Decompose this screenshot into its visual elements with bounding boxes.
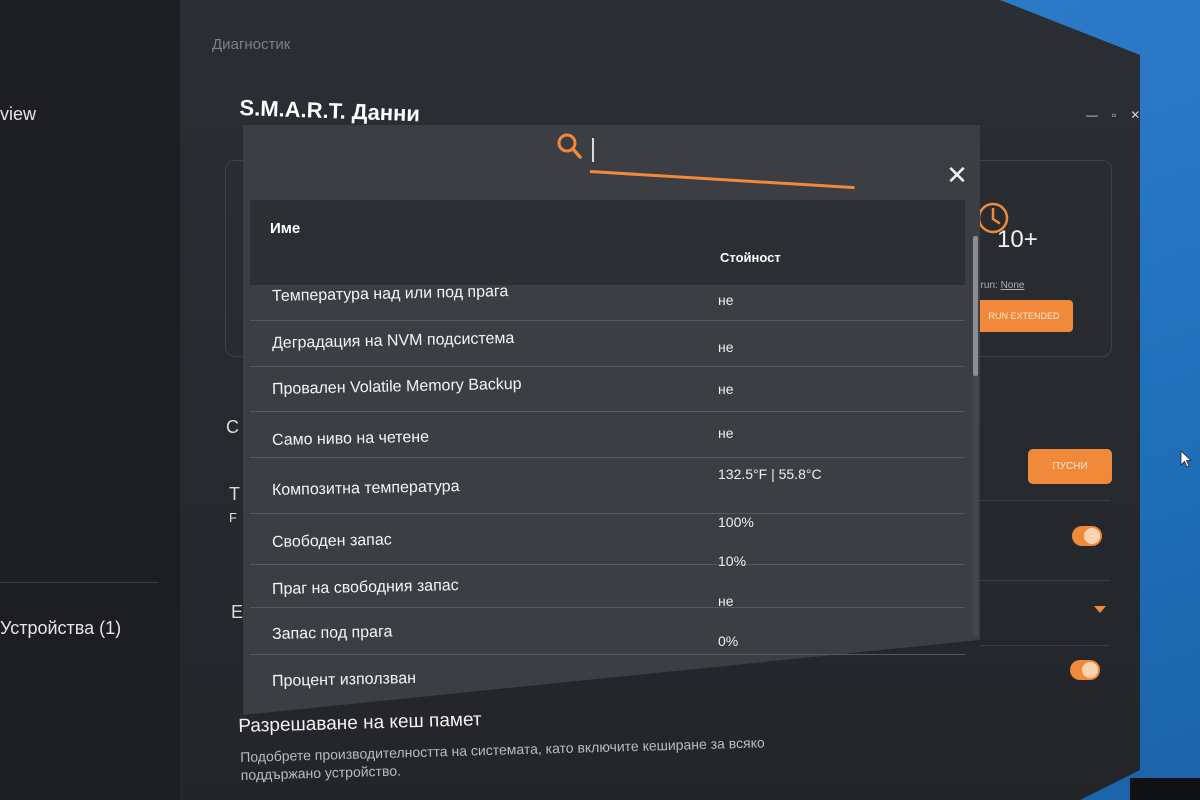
- column-header-value[interactable]: Стойност: [720, 250, 781, 265]
- sidebar: view Устройства (1): [0, 0, 180, 800]
- table-row[interactable]: Температура над или под прага не: [250, 270, 965, 321]
- table-row[interactable]: Деградация на NVM подсистема не: [250, 321, 965, 367]
- search-icon[interactable]: [556, 132, 582, 160]
- row-value: не: [718, 381, 734, 397]
- sidebar-item-overview[interactable]: view: [0, 104, 36, 125]
- table-row[interactable]: Провален Volatile Memory Backup не: [250, 367, 965, 412]
- sidebar-divider: [0, 582, 158, 583]
- page-title: S.M.A.R.T. Данни: [239, 95, 421, 127]
- row-name: Провален Volatile Memory Backup: [271, 375, 522, 398]
- taskbar: [1130, 778, 1200, 800]
- table-row[interactable]: Само ниво на четене не: [250, 412, 965, 458]
- row-name: Деградация на NVM подсистема: [271, 329, 515, 352]
- clock-badge: 10+: [975, 198, 1055, 268]
- text-caret: [592, 138, 594, 162]
- column-header-name[interactable]: Име: [270, 220, 300, 237]
- last-run-value: None: [1000, 280, 1025, 291]
- close-icon[interactable]: ✕: [944, 162, 970, 188]
- row-value: не: [718, 292, 734, 308]
- section-initial: C: [226, 417, 239, 437]
- divider: [980, 500, 1110, 501]
- run-extended-button[interactable]: RUN EXTENDED: [975, 300, 1073, 332]
- last-run-text: t run: None: [975, 280, 1024, 291]
- cache-section-title: Разрешаване на кеш памет: [238, 709, 482, 737]
- clock-badge-count: 10+: [997, 226, 1038, 253]
- launch-button[interactable]: ПУСНИ: [1028, 449, 1112, 484]
- search-input[interactable]: [592, 138, 858, 164]
- row-value: не: [718, 425, 734, 441]
- table-row[interactable]: Процент използван 0%: [250, 633, 965, 705]
- table-row[interactable]: Запас под прага не: [250, 593, 965, 655]
- window-close-icon[interactable]: ✕: [1130, 108, 1140, 122]
- toggle-switch[interactable]: [1070, 660, 1100, 680]
- row-name: Композитна температура: [271, 478, 460, 499]
- row-name: Процент използван: [271, 669, 417, 690]
- table-row[interactable]: Праг на свободния запас 10%: [250, 553, 965, 608]
- section-initial: E: [231, 602, 244, 622]
- cache-section-description: Подобрете производителността на системат…: [240, 734, 765, 783]
- window-controls: — ▫ ✕: [1086, 108, 1140, 122]
- divider: [980, 645, 1110, 646]
- minimize-icon[interactable]: —: [1086, 108, 1098, 122]
- scrollbar-thumb[interactable]: [973, 236, 978, 376]
- smart-table: Име Стойност Температура над или под пра…: [250, 200, 965, 710]
- breadcrumb[interactable]: Диагностик: [212, 36, 290, 53]
- section-initial: T: [229, 484, 240, 504]
- row-name: Само ниво на четене: [271, 428, 430, 449]
- chevron-down-icon[interactable]: [1094, 606, 1106, 613]
- sidebar-item-devices[interactable]: Устройства (1): [0, 618, 121, 639]
- row-name: Запас под прага: [271, 623, 393, 643]
- row-value: не: [718, 593, 734, 609]
- table-row[interactable]: Свободен запас 100%: [250, 514, 965, 565]
- section-initial: F: [229, 510, 237, 525]
- maximize-icon[interactable]: ▫: [1112, 108, 1116, 122]
- table-row[interactable]: Композитна температура 132.5°F | 55.8°C: [250, 458, 965, 514]
- row-value: 0%: [718, 633, 739, 649]
- row-name: Свободен запас: [271, 531, 392, 551]
- row-name: Температура над или под прага: [271, 283, 509, 305]
- row-value: не: [718, 339, 734, 355]
- mouse-pointer-icon: [1180, 450, 1192, 468]
- row-value: 100%: [718, 514, 754, 530]
- toggle-switch[interactable]: [1072, 526, 1102, 546]
- row-value: 10%: [718, 553, 747, 569]
- row-name: Праг на свободния запас: [271, 577, 459, 598]
- row-value: 132.5°F | 55.8°C: [718, 466, 822, 482]
- divider: [980, 580, 1110, 581]
